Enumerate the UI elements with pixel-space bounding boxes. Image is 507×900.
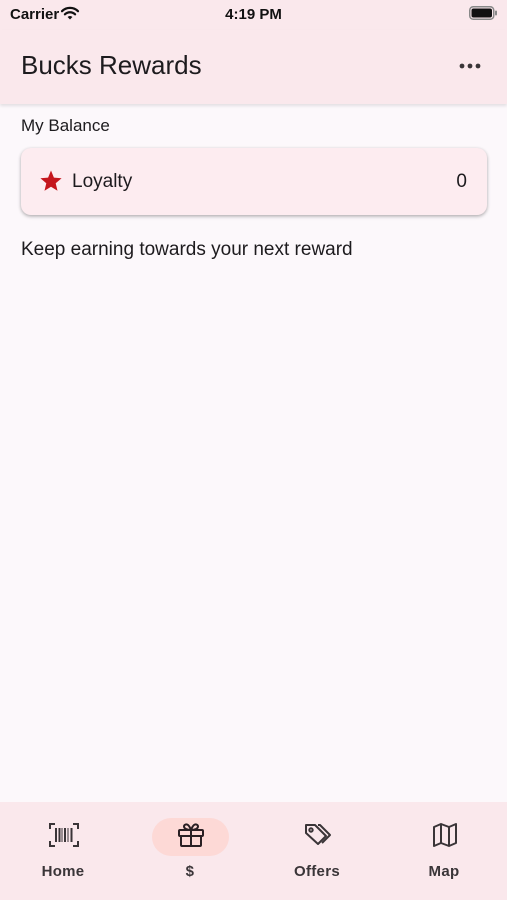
status-time: 4:19 PM bbox=[225, 6, 282, 23]
nav-pill-home bbox=[25, 818, 102, 856]
nav-item-rewards[interactable]: $ bbox=[127, 802, 253, 900]
nav-label-map: Map bbox=[428, 863, 460, 880]
nav-pill-rewards bbox=[152, 818, 229, 856]
map-icon bbox=[432, 822, 458, 853]
nav-label-offers: Offers bbox=[294, 863, 340, 880]
loyalty-value: 0 bbox=[456, 171, 467, 192]
tags-icon bbox=[304, 822, 332, 853]
nav-pill-offers bbox=[279, 818, 356, 856]
battery-icon bbox=[469, 6, 498, 25]
nav-label-rewards: $ bbox=[185, 863, 195, 880]
star-icon bbox=[39, 169, 63, 198]
reward-progress-message: Keep earning towards your next reward bbox=[21, 239, 353, 260]
more-horiz-icon bbox=[459, 56, 481, 74]
app-bar: Bucks Rewards bbox=[0, 30, 507, 104]
loyalty-label: Loyalty bbox=[72, 171, 133, 192]
nav-pill-map bbox=[406, 818, 483, 856]
nav-item-map[interactable]: Map bbox=[381, 802, 507, 900]
balance-section-label: My Balance bbox=[21, 116, 110, 135]
loyalty-balance-card[interactable]: Loyalty 0 bbox=[21, 148, 487, 215]
gift-icon bbox=[177, 822, 205, 853]
bottom-navigation: Home $ Offers Map bbox=[0, 802, 507, 900]
nav-item-offers[interactable]: Offers bbox=[254, 802, 380, 900]
nav-item-home[interactable]: Home bbox=[0, 802, 126, 900]
status-bar: Carrier 4:19 PM bbox=[0, 0, 507, 30]
nav-label-home: Home bbox=[41, 863, 85, 880]
page-title: Bucks Rewards bbox=[21, 50, 202, 80]
barcode-icon bbox=[48, 822, 79, 853]
more-options-button[interactable] bbox=[452, 50, 488, 80]
